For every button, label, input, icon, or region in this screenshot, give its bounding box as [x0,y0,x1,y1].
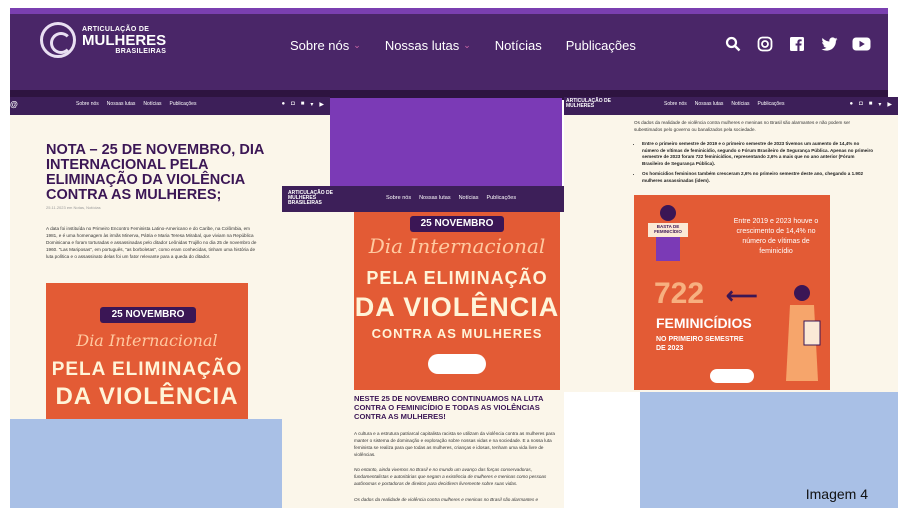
logo-line2: MULHERES [566,103,595,109]
logo-line2: MULHERES [82,31,167,49]
mini-nav-item[interactable]: Publicações [757,101,784,107]
mini-nav-item[interactable]: Nossas lutas [107,101,136,107]
statistic-text: Entre 2019 e 2023 houve o crescimento de… [733,218,819,255]
logo-text: ARTICULAÇÃO DE MULHERES BRASILEIRAS [82,26,166,55]
logo-badge [710,369,754,383]
twitter-icon[interactable]: ▾ [310,101,313,108]
poster-badge: 25 NOVEMBRO [100,307,196,323]
article-paragraph: Os dados da realidade de violência contr… [634,120,851,132]
poster-line3: CONTRA AS MULHERES [371,326,543,341]
statistic-poster: BASTA DE FEMINICÍDIO Entre 2019 e 2023 h… [634,195,830,390]
youtube-icon[interactable]: ▶ [319,101,324,108]
woman-illustration [782,281,822,389]
facebook-icon[interactable] [788,36,806,56]
nav-noticias[interactable]: Notícias [495,38,542,53]
article-paragraph: No entanto, ainda vivemos no Brasil e no… [354,467,547,486]
protester-illustration: BASTA DE FEMINICÍDIO [642,201,694,261]
twitter-icon[interactable] [820,36,838,56]
mini-nav-item[interactable]: Nossas lutas [419,195,451,201]
twitter-icon[interactable]: ▾ [878,101,881,108]
nav-label: Sobre nós [290,38,350,53]
mini-nav-item[interactable]: Notícias [459,195,479,201]
article-paragraph: A data foi instituída no Primeiro Encont… [46,226,257,259]
protest-sign-text: BASTA DE FEMINICÍDIO [654,224,682,234]
mini-nav-item[interactable]: Publicações [486,195,516,201]
facebook-icon[interactable]: ■ [301,101,305,108]
poster-line1: PELA ELIMINAÇÃO [51,359,243,380]
mini-logo[interactable]: ARTICULAÇÃO DE MULHERES [566,99,611,109]
mini-logo[interactable]: ARTICULAÇÃO DE MULHERES BRASILEIRAS [288,191,333,206]
campaign-poster: 25 NOVEMBRO Dia Internacional PELA ELIMI… [46,283,248,419]
campaign-poster: 25 NOVEMBRO Dia Internacional PELA ELIMI… [354,212,560,390]
nav-label: Publicações [565,38,636,53]
main-nav: Sobre nós ⌄ Nossas lutas ⌄ Notícias Public… [290,38,636,53]
mini-nav: Sobre nós Nossas lutas Notícias Publicaç… [76,101,196,107]
logo-line3: BRASILEIRAS [288,200,322,206]
nav-publicacoes[interactable]: Publicações [566,38,636,53]
poster-script: Dia Internacional [76,331,218,350]
facebook-icon[interactable]: ■ [869,101,873,108]
header-icons [724,36,871,56]
logo-spiral-icon [40,22,76,58]
poster-badge: 25 NOVEMBRO [410,216,504,232]
poster-line2: DA VIOLÊNCIA [354,292,560,322]
mini-nav-item[interactable]: Sobre nós [76,101,99,107]
mini-nav-item[interactable]: Notícias [143,101,161,107]
mini-icons: ● ◘ ■ ▾ ▶ [849,101,892,108]
image-caption: Imagem 4 [805,486,868,502]
instagram-icon[interactable] [756,36,774,56]
article-date: 25.11.2023 em Notas, Notícias [46,205,101,210]
article-heading: NESTE 25 DE NOVEMBRO CONTINUAMOS NA LUTA… [354,394,544,421]
header-stripe [10,8,888,14]
youtube-icon[interactable] [852,37,871,55]
mini-header: ARTICULAÇÃO DE MULHERES BRASILEIRAS Sobr… [282,186,564,212]
search-icon[interactable]: ● [849,101,853,108]
mini-nav: Sobre nós Nossas lutas Notícias Publicaç… [664,101,784,107]
mini-nav-item[interactable]: Sobre nós [386,195,411,201]
logo-spiral-icon: @ [10,100,18,109]
article-paragraph: Os dados da realidade de violência contr… [354,497,539,502]
youtube-icon[interactable]: ▶ [887,101,892,108]
screenshot-collage: ARTICULAÇÃO DE MULHERES BRASILEIRAS Sobr… [0,0,898,508]
site-logo[interactable]: ARTICULAÇÃO DE MULHERES BRASILEIRAS [40,22,166,58]
nav-nossas-lutas[interactable]: Nossas lutas ⌄ [385,38,471,53]
nav-sobre-nos[interactable]: Sobre nós ⌄ [290,38,361,53]
chevron-down-icon: ⌄ [353,40,361,50]
article-panel-middle: ARTICULAÇÃO DE MULHERES BRASILEIRAS Sobr… [282,186,564,508]
site-header: ARTICULAÇÃO DE MULHERES BRASILEIRAS Sobr… [10,8,888,100]
stats-list: Entre o primeiro semestre de 2019 e o pr… [634,141,874,188]
statistic-sublabel: NO PRIMEIRO SEMESTRE DE 2023 [656,336,744,352]
instagram-icon[interactable]: ◘ [859,101,863,108]
statistic-label: FEMINICÍDIOS [656,315,752,331]
statistic-number: 722 [654,277,705,310]
mini-nav-item[interactable]: Publicações [169,101,196,107]
list-item: Os homicídios femininos também cresceram… [642,171,874,184]
list-item: Entre o primeiro semestre de 2019 e o pr… [642,141,874,167]
background-block [330,98,562,186]
chevron-down-icon: ⌄ [463,40,471,50]
article-paragraph: A cultura e a estrutura patriarcal capit… [354,431,555,457]
nav-label: Notícias [494,38,542,53]
mini-header: @ Sobre nós Nossas lutas Notícias Public… [10,97,330,115]
background-block [10,419,282,508]
logo-line3: BRASILEIRAS [115,47,167,55]
instagram-icon[interactable]: ◘ [291,101,295,108]
nav-label: Nossas lutas [384,38,460,53]
article-title: NOTA – 25 DE NOVEMBRO, DIA INTERNACIONAL… [46,142,264,203]
logo-badge [428,354,486,374]
poster-line1: PELA ELIMINAÇÃO [366,268,548,288]
article-panel-right: ARTICULAÇÃO DE MULHERES Sobre nós Nossas… [564,97,898,392]
arrow-left-icon: ⟵ [726,283,758,308]
mini-icons: ● ◘ ■ ▾ ▶ [281,101,324,108]
mini-header: ARTICULAÇÃO DE MULHERES Sobre nós Nossas… [564,97,898,115]
poster-line2: DA VIOLÊNCIA [55,383,239,410]
search-icon[interactable] [724,36,742,56]
mini-nav-item[interactable]: Sobre nós [664,101,687,107]
mini-nav-item[interactable]: Nossas lutas [695,101,724,107]
mini-nav-item[interactable]: Notícias [731,101,749,107]
mini-nav: Sobre nós Nossas lutas Notícias Publicaç… [386,195,516,201]
poster-script: Dia Internacional [368,234,546,258]
search-icon[interactable]: ● [281,101,285,108]
